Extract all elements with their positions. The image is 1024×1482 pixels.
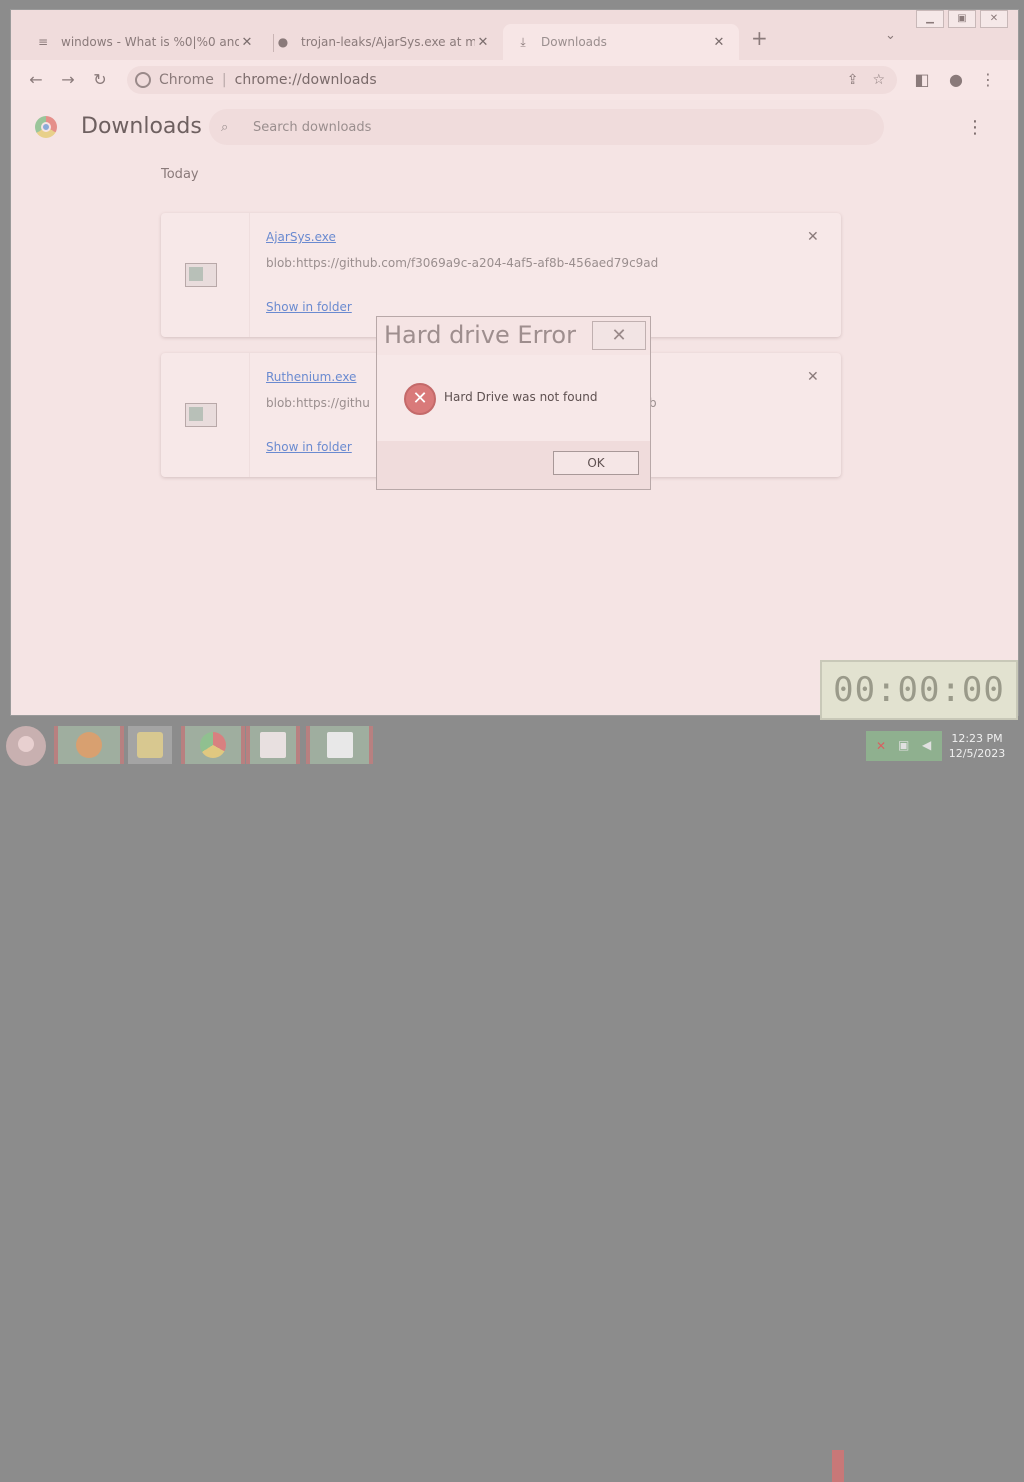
tab-strip: ≡ windows - What is %0|%0 and if ✕ ● tro… [11, 10, 1018, 60]
tab-stackoverflow[interactable]: ≡ windows - What is %0|%0 and if ✕ [23, 24, 267, 60]
taskbar-explorer[interactable] [128, 726, 172, 764]
taskbar-chrome[interactable] [181, 726, 245, 764]
chrome-logo-icon [35, 116, 57, 138]
tab-label: Downloads [541, 35, 607, 49]
divider [249, 213, 250, 337]
section-heading: Today [161, 167, 199, 182]
download-source-url: blob:https://githu [266, 396, 370, 410]
network-icon[interactable]: ✕ [876, 739, 886, 753]
tab-search-button[interactable]: ⌄ [885, 28, 896, 43]
site-label: Chrome [159, 72, 214, 88]
error-dialog: Hard drive Error ✕ ✕ Hard Drive was not … [376, 316, 651, 490]
show-in-folder-link[interactable]: Show in folder [266, 440, 352, 454]
tab-downloads[interactable]: ⤓ Downloads ✕ [503, 24, 739, 60]
more-actions-icon[interactable]: ⋮ [966, 117, 984, 138]
chrome-icon [200, 732, 226, 758]
tab-label: windows - What is %0|%0 and if [61, 35, 239, 49]
page-title: Downloads [81, 114, 202, 139]
taskbar-firefox[interactable] [54, 726, 124, 764]
system-tray: ✕ ▣ ◀ [866, 731, 942, 761]
ok-button[interactable]: OK [553, 451, 639, 475]
volume-icon[interactable]: ◀ [922, 738, 931, 752]
dialog-close-button[interactable]: ✕ [592, 321, 646, 350]
application-icon [260, 732, 286, 758]
clock-time: 12:23 PM [951, 732, 1003, 745]
forward-button[interactable]: → [57, 69, 79, 91]
taskbar-app[interactable] [246, 726, 300, 764]
taskbar-dialog[interactable] [306, 726, 373, 764]
dialog-body: ✕ Hard Drive was not found [377, 355, 650, 441]
window-icon [326, 732, 353, 758]
back-button[interactable]: ← [25, 69, 47, 91]
folder-icon [137, 732, 163, 758]
reload-button[interactable]: ↻ [89, 69, 111, 91]
close-icon[interactable]: ✕ [711, 35, 727, 50]
firefox-icon [76, 732, 102, 758]
bookmark-star-icon[interactable]: ☆ [872, 72, 885, 88]
url-text[interactable]: chrome://downloads [235, 72, 377, 88]
close-icon[interactable]: ✕ [475, 35, 491, 50]
download-file-link[interactable]: AjarSys.exe [266, 230, 336, 244]
tab-label: trojan-leaks/AjarSys.exe at main [301, 35, 475, 49]
file-icon [185, 403, 217, 427]
search-placeholder: Search downloads [253, 119, 372, 135]
profile-icon[interactable]: ● [945, 69, 967, 91]
divider [249, 353, 250, 477]
downloads-header: Downloads ⌕ Search downloads ⋮ [11, 100, 1018, 156]
clock-date: 12/5/2023 [948, 747, 1006, 760]
error-icon: ✕ [404, 383, 436, 415]
new-tab-button[interactable]: + [751, 26, 768, 50]
address-bar[interactable]: Chrome | chrome://downloads ⇪ ☆ [127, 66, 897, 94]
dialog-footer: OK [377, 441, 650, 489]
search-input[interactable]: ⌕ Search downloads [209, 109, 884, 145]
stackoverflow-icon: ≡ [37, 35, 49, 49]
side-panel-icon[interactable]: ◧ [911, 69, 933, 91]
maximize-button[interactable]: ▣ [948, 10, 976, 28]
search-icon: ⌕ [221, 119, 229, 135]
monitor-icon[interactable]: ▣ [898, 738, 909, 752]
chrome-icon [135, 72, 151, 88]
dialog-message: Hard Drive was not found [444, 390, 598, 404]
taskbar-clock[interactable]: 12:23 PM 12/5/2023 [946, 731, 1008, 761]
close-icon[interactable]: ✕ [239, 35, 255, 50]
close-icon[interactable]: ✕ [807, 229, 819, 245]
countdown-timer: 00:00:00 [820, 660, 1018, 720]
download-source-url: blob:https://github.com/f3069a9c-a204-4a… [266, 256, 659, 270]
toolbar: ← → ↻ Chrome | chrome://downloads ⇪ ☆ ◧ … [11, 60, 1018, 100]
show-desktop-button[interactable] [832, 1450, 844, 1482]
window-controls: ▁ ▣ ✕ [916, 10, 1008, 28]
share-icon[interactable]: ⇪ [847, 72, 859, 88]
tab-github[interactable]: ● trojan-leaks/AjarSys.exe at main ✕ [263, 24, 503, 60]
dialog-title: Hard drive Error [384, 321, 576, 349]
omnibox-separator: | [221, 72, 227, 88]
show-in-folder-link[interactable]: Show in folder [266, 300, 352, 314]
window-close-button[interactable]: ✕ [980, 10, 1008, 28]
dialog-titlebar: Hard drive Error ✕ [377, 317, 650, 355]
download-icon: ⤓ [520, 34, 526, 49]
start-button[interactable] [6, 726, 46, 766]
close-icon[interactable]: ✕ [807, 369, 819, 385]
download-file-link[interactable]: Ruthenium.exe [266, 370, 356, 384]
github-icon: ● [277, 35, 289, 49]
file-icon [185, 263, 217, 287]
minimize-button[interactable]: ▁ [916, 10, 944, 28]
menu-icon[interactable]: ⋮ [977, 69, 999, 91]
